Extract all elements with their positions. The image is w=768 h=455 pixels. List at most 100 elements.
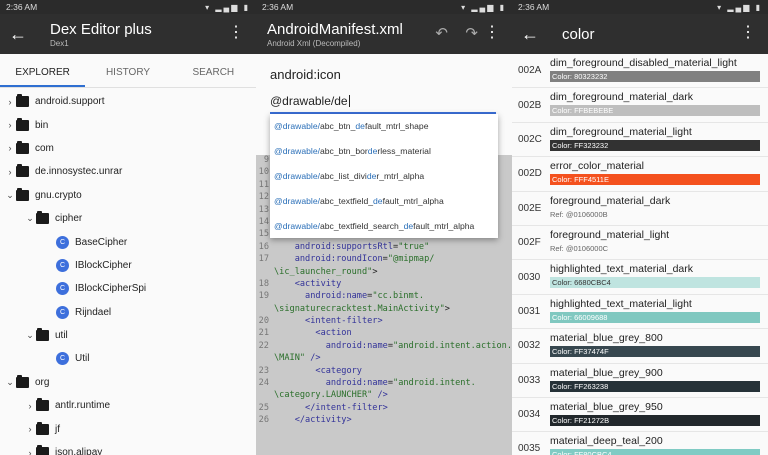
- code-token: \signaturecracktest.MainActivity": [274, 303, 445, 314]
- code-token: >: [444, 303, 450, 314]
- color-row[interactable]: 002E foreground_material_dark Ref: @010600…: [512, 192, 768, 226]
- tab-search[interactable]: SEARCH: [171, 54, 256, 87]
- app-toolbar: ← Dex Editor plus Dex1 ⋮: [0, 14, 256, 54]
- status-bar: 2:36 AM ▾ ▂▄▆ ▮: [512, 0, 768, 14]
- line-number: 19: [258, 291, 269, 302]
- folder-icon: [36, 328, 49, 342]
- class-icon: C: [56, 282, 69, 296]
- tree-item-label: Rijndael: [75, 306, 112, 318]
- color-row[interactable]: 002A dim_foreground_disabled_material_lig…: [512, 54, 768, 89]
- color-name: material_blue_grey_800: [550, 332, 663, 345]
- undo-icon[interactable]: ↶: [435, 24, 448, 42]
- file-title: AndroidManifest.xml: [267, 20, 403, 38]
- resource-id: 0033: [518, 374, 541, 386]
- code-line: 26 </activity>: [256, 415, 512, 427]
- color-row[interactable]: 0031 highlighted_text_material_light Color…: [512, 295, 768, 330]
- status-time: 2:36 AM: [518, 2, 550, 12]
- tree-item[interactable]: ⌄ cipher: [0, 207, 256, 230]
- suggestion-item[interactable]: @drawable/abc_btn_ de fault_mtrl_shape: [270, 114, 498, 139]
- tree-item[interactable]: ⌄ org: [0, 371, 256, 394]
- color-row[interactable]: 002F foreground_material_light Ref: @01060…: [512, 226, 768, 261]
- app-subtitle: Dex1: [50, 38, 69, 48]
- tree-item[interactable]: › de.innosystec.unrar: [0, 160, 256, 183]
- code-token: </activity>: [294, 415, 352, 426]
- tree-item[interactable]: › jf: [0, 417, 256, 440]
- attribute-value-input[interactable]: @drawable/de: [270, 94, 496, 114]
- tree-item[interactable]: C IBlockCipherSpi: [0, 277, 256, 300]
- tree-item-label: BaseCipher: [75, 236, 128, 248]
- suggestion-text: abc_textfield_: [320, 195, 374, 206]
- color-name: foreground_material_dark: [550, 194, 671, 207]
- resource-id: 002D: [518, 168, 542, 180]
- tree-item-label: json.alipay: [55, 447, 103, 455]
- color-row[interactable]: 002B dim_foreground_material_dark Color: F…: [512, 88, 768, 123]
- folder-icon: [16, 140, 29, 154]
- chevron-down-icon: ⌄: [6, 189, 14, 200]
- color-swatch: Color: FF323232: [550, 139, 760, 151]
- tree-item[interactable]: C IBlockCipher: [0, 254, 256, 277]
- attribute-name-label: android:icon: [270, 67, 341, 82]
- suggestion-item[interactable]: @drawable/abc_textfield_ de fault_mtrl_alp…: [270, 188, 498, 213]
- color-row[interactable]: 002C dim_foreground_material_light Color: …: [512, 123, 768, 158]
- suggestion-item[interactable]: @drawable/abc_list_divi de r_mtrl_alpha: [270, 164, 498, 189]
- line-number: [256, 267, 274, 279]
- back-arrow-icon[interactable]: ←: [512, 24, 548, 45]
- color-row[interactable]: 0030 highlighted_text_material_dark Color:…: [512, 260, 768, 295]
- tree-item-label: gnu.crypto: [35, 189, 82, 201]
- color-swatch: Color: 66009688: [550, 311, 760, 323]
- color-row[interactable]: 0033 material_blue_grey_900 Color: FF26323…: [512, 364, 768, 398]
- tree-item[interactable]: C BaseCipher: [0, 230, 256, 253]
- tree-item[interactable]: ⌄ gnu.crypto: [0, 184, 256, 207]
- tree-item[interactable]: › antlr.runtime: [0, 394, 256, 417]
- code-token: >: [372, 266, 378, 277]
- tab-explorer[interactable]: EXPLORER: [0, 54, 86, 87]
- tree-item[interactable]: C Util: [0, 347, 256, 370]
- suggestion-text: fault_mtrl_alpha: [413, 220, 475, 231]
- chevron-right-icon: ›: [8, 96, 12, 107]
- tree-item-label: cipher: [55, 213, 83, 225]
- suggestion-item[interactable]: @drawable/abc_textfield_search_ de fault_m…: [270, 213, 498, 238]
- tree-item[interactable]: › bin: [0, 113, 256, 136]
- suggestion-text: de: [373, 195, 383, 206]
- color-row[interactable]: 0034 material_blue_grey_950 Color: FF21272…: [512, 398, 768, 433]
- tree-item[interactable]: › android.support: [0, 90, 256, 113]
- code-line: \signaturecracktest.MainActivity" >: [256, 304, 512, 316]
- status-bar: 2:36 AM ▾ ▂▄▆ ▮: [0, 0, 256, 14]
- more-options-icon[interactable]: ⋮: [740, 24, 756, 42]
- suggestion-text: @drawable/: [274, 146, 320, 157]
- tree-item[interactable]: › json.alipay: [0, 441, 256, 455]
- tree-item[interactable]: › com: [0, 137, 256, 160]
- color-row[interactable]: 002D error_color_material Color: FFF4511E: [512, 157, 768, 192]
- tab-history[interactable]: HISTORY: [85, 54, 170, 87]
- more-options-icon[interactable]: ⋮: [228, 24, 244, 42]
- chevron-right-icon: ›: [28, 400, 32, 411]
- redo-icon[interactable]: ↷: [465, 24, 478, 42]
- suggestion-text: rless_material: [377, 146, 431, 157]
- suggestion-text: abc_btn_: [320, 121, 356, 132]
- more-options-icon[interactable]: ⋮: [484, 24, 500, 42]
- code-token: \category.LAUNCHER": [274, 390, 373, 401]
- back-arrow-icon[interactable]: ←: [0, 24, 36, 45]
- suggestion-text: @drawable/: [274, 195, 320, 206]
- code-token: android:name: [325, 378, 388, 389]
- suggestion-text: abc_list_divi: [320, 170, 367, 181]
- suggestion-text: @drawable/: [274, 121, 320, 132]
- color-info: highlighted_text_material_dark Color: 668…: [550, 260, 768, 293]
- color-name: material_blue_grey_950: [550, 400, 663, 413]
- color-info: foreground_material_light Ref: @0106000C: [550, 226, 768, 259]
- class-icon: C: [56, 305, 69, 319]
- color-row[interactable]: 0035 material_deep_teal_200 Color: FF80CBC…: [512, 432, 768, 455]
- color-row[interactable]: 0032 material_blue_grey_800 Color: FF37474…: [512, 329, 768, 364]
- color-info: material_blue_grey_900 Color: FF263238: [550, 364, 768, 397]
- app-title: Dex Editor plus: [50, 20, 152, 38]
- resource-id: 0035: [518, 443, 541, 455]
- color-info: dim_foreground_material_light Color: FF32…: [550, 123, 768, 156]
- resource-id: 002B: [518, 99, 542, 111]
- line-number: 21: [258, 328, 269, 339]
- color-name: dim_foreground_material_dark: [550, 91, 693, 104]
- resource-id: 0034: [518, 409, 541, 421]
- tree-item[interactable]: C Rijndael: [0, 301, 256, 324]
- suggestion-item[interactable]: @drawable/abc_btn_bor de rless_material: [270, 139, 498, 164]
- tree-item[interactable]: ⌄ util: [0, 324, 256, 347]
